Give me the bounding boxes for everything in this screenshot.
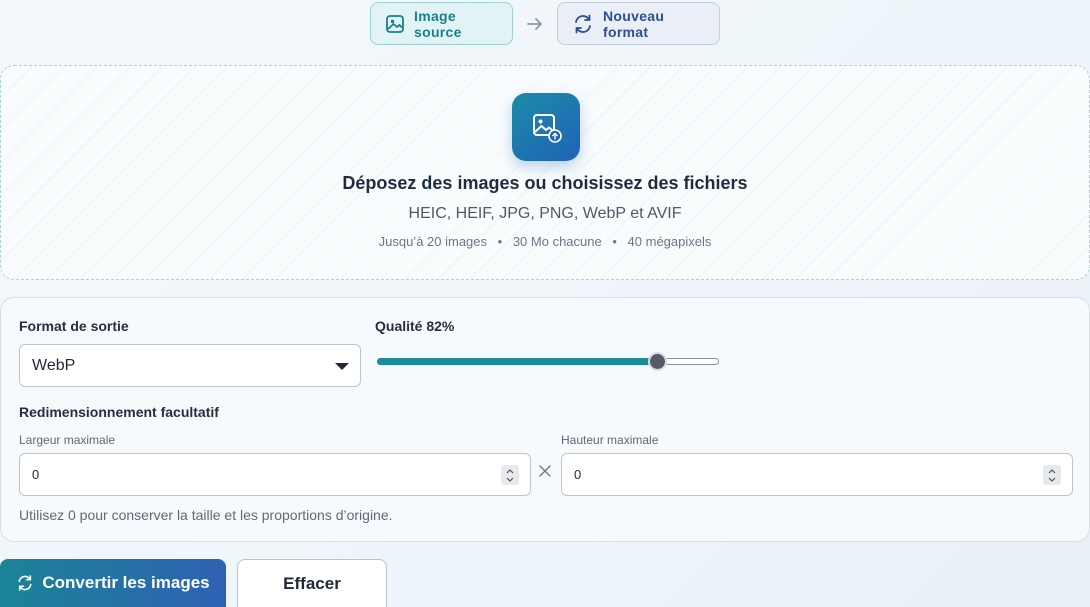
convert-button-label: Convertir les images <box>42 573 210 592</box>
step-source-label: Image source <box>414 7 462 40</box>
number-stepper[interactable] <box>1043 465 1061 485</box>
quality-slider[interactable] <box>377 352 719 372</box>
format-select[interactable]: WebP <box>19 344 361 387</box>
chevron-down-icon <box>506 477 514 482</box>
limit-count: Jusqu’à 20 images <box>378 234 488 249</box>
image-icon <box>386 14 404 33</box>
limit-size: 30 Mo chacune <box>512 234 602 249</box>
max-height-value: 0 <box>574 467 582 482</box>
chevron-up-icon <box>506 468 514 473</box>
dropzone-limits: Jusqu’à 20 images • 30 Mo chacune • 40 m… <box>1 234 1089 249</box>
separator-dot: • <box>612 234 617 249</box>
refresh-icon <box>575 14 591 33</box>
clear-button-label: Effacer <box>283 573 341 593</box>
quality-label: Qualité 82% <box>375 318 455 334</box>
step-header: Image source Nouveau format <box>370 2 720 45</box>
resize-hint: Utilisez 0 pour conserver la taille et l… <box>19 507 393 523</box>
dropzone-title: Déposez des images ou choisissez des fic… <box>342 173 748 193</box>
chevron-down-icon <box>1048 477 1056 482</box>
chevron-up-icon <box>1048 468 1056 473</box>
clear-button[interactable]: Effacer <box>237 559 387 607</box>
format-label: Format de sortie <box>19 318 129 334</box>
max-width-input[interactable]: 0 <box>19 453 531 496</box>
slider-thumb[interactable] <box>648 352 667 371</box>
max-width-label: Largeur maximale <box>19 433 116 447</box>
settings-panel: Format de sortie WebP Qualité 82% Redime… <box>0 297 1090 542</box>
dropzone-formats: HEIC, HEIF, JPG, PNG, WebP et AVIF <box>408 205 682 222</box>
step-new-format[interactable]: Nouveau format <box>557 2 720 45</box>
number-stepper[interactable] <box>501 465 519 485</box>
step-image-source[interactable]: Image source <box>370 2 513 45</box>
step-target-label: Nouveau format <box>603 7 665 40</box>
chevron-down-icon <box>335 363 349 370</box>
refresh-icon <box>18 575 32 591</box>
max-height-label: Hauteur maximale <box>561 433 659 447</box>
slider-fill <box>377 358 657 365</box>
arrow-right-icon <box>513 17 557 31</box>
max-width-value: 0 <box>32 467 40 482</box>
format-select-value: WebP <box>32 356 76 374</box>
separator-dot: • <box>497 234 503 249</box>
limit-pixels: 40 mégapixels <box>627 234 712 249</box>
max-height-input[interactable]: 0 <box>561 453 1073 496</box>
multiply-icon <box>538 464 552 483</box>
image-upload-icon <box>512 93 580 161</box>
resize-label: Redimensionnement facultatif <box>19 404 219 420</box>
file-dropzone[interactable]: Déposez des images ou choisissez des fic… <box>0 65 1090 280</box>
convert-button[interactable]: Convertir les images <box>0 559 226 607</box>
